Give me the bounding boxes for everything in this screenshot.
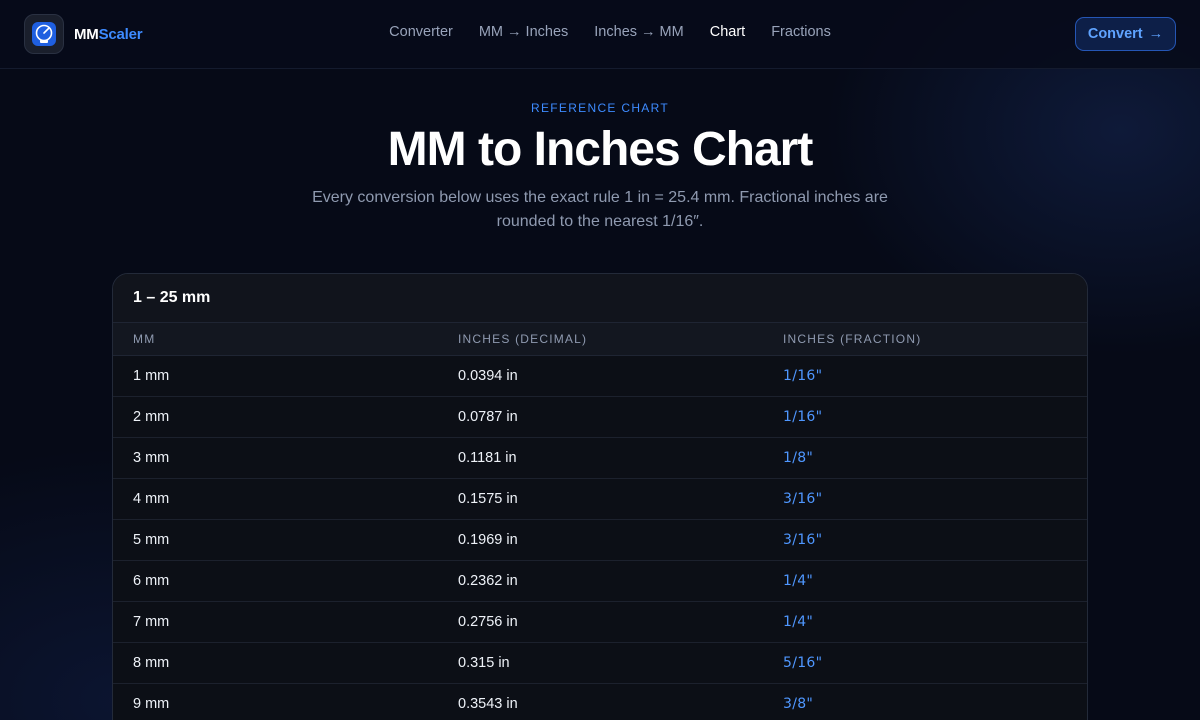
site-header: MMScaler Converter MM → Inches Inches → … [0, 0, 1200, 69]
table-row: 9 mm 0.3543 in 3/8" [113, 684, 1087, 720]
column-header-mm: MM [133, 332, 156, 346]
cell-decimal: 0.0787 in [458, 409, 518, 425]
cell-mm: 3 mm [133, 450, 170, 466]
cell-fraction: 1/4" [783, 614, 814, 630]
convert-button[interactable]: Convert → [1075, 17, 1176, 51]
arrow-right-icon: → [1148, 26, 1164, 42]
table-row: 7 mm 0.2756 in 1/4" [113, 602, 1087, 643]
section-eyebrow: REFERENCE CHART [531, 101, 669, 115]
cell-mm: 1 mm [133, 368, 170, 384]
column-header-decimal: INCHES (DECIMAL) [458, 332, 588, 346]
cell-fraction: 5/16" [783, 655, 823, 671]
cell-decimal: 0.2756 in [458, 614, 518, 630]
cell-fraction: 1/4" [783, 573, 814, 589]
table-row: 5 mm 0.1969 in 3/16" [113, 520, 1087, 561]
cell-decimal: 0.1181 in [458, 450, 517, 466]
cell-decimal: 0.1575 in [458, 491, 518, 507]
cell-mm: 6 mm [133, 573, 170, 589]
page-title: MM to Inches Chart [387, 123, 814, 176]
cell-fraction: 3/8" [783, 696, 814, 712]
cell-fraction: 1/16" [783, 368, 823, 384]
conversion-table-card: 1 – 25 mm MM INCHES (DECIMAL) INCHES (FR… [112, 273, 1088, 720]
table-row: 1 mm 0.0394 in 1/16" [113, 356, 1087, 397]
cell-fraction: 1/16" [783, 409, 823, 425]
table-header: MM INCHES (DECIMAL) INCHES (FRACTION) [113, 323, 1087, 356]
cell-mm: 2 mm [133, 409, 170, 425]
table-row: 2 mm 0.0787 in 1/16" [113, 397, 1087, 438]
table-range-title: 1 – 25 mm [113, 274, 1087, 323]
cell-mm: 5 mm [133, 532, 170, 548]
column-header-fraction: INCHES (FRACTION) [783, 332, 922, 346]
cell-fraction: 3/16" [783, 491, 823, 507]
table-body: 1 mm 0.0394 in 1/16" 2 mm 0.0787 in 1/16… [113, 356, 1087, 720]
convert-button-label: Convert [1087, 26, 1143, 42]
main-nav: Converter MM → Inches Inches → MM Chart … [0, 24, 1200, 40]
nav-mm-to-inches[interactable]: MM → Inches [479, 24, 568, 40]
cell-decimal: 0.1969 in [458, 532, 518, 548]
cell-mm: 8 mm [133, 655, 170, 671]
nav-converter[interactable]: Converter [389, 24, 453, 40]
cell-mm: 9 mm [133, 696, 170, 712]
cell-decimal: 0.0394 in [458, 368, 518, 384]
table-row: 4 mm 0.1575 in 3/16" [113, 479, 1087, 520]
cell-decimal: 0.2362 in [458, 573, 518, 589]
nav-inches-to-mm[interactable]: Inches → MM [594, 24, 683, 40]
table-row: 8 mm 0.315 in 5/16" [113, 643, 1087, 684]
cell-mm: 7 mm [133, 614, 170, 630]
cell-fraction: 3/16" [783, 532, 823, 548]
table-row: 3 mm 0.1181 in 1/8" [113, 438, 1087, 479]
cell-decimal: 0.3543 in [458, 696, 518, 712]
page-subtitle: Every conversion below uses the exact ru… [312, 189, 888, 230]
nav-fractions[interactable]: Fractions [771, 24, 831, 40]
table-row: 6 mm 0.2362 in 1/4" [113, 561, 1087, 602]
cell-decimal: 0.315 in [458, 655, 510, 671]
cell-fraction: 1/8" [783, 450, 814, 466]
cell-mm: 4 mm [133, 491, 170, 507]
nav-chart[interactable]: Chart [710, 24, 745, 40]
